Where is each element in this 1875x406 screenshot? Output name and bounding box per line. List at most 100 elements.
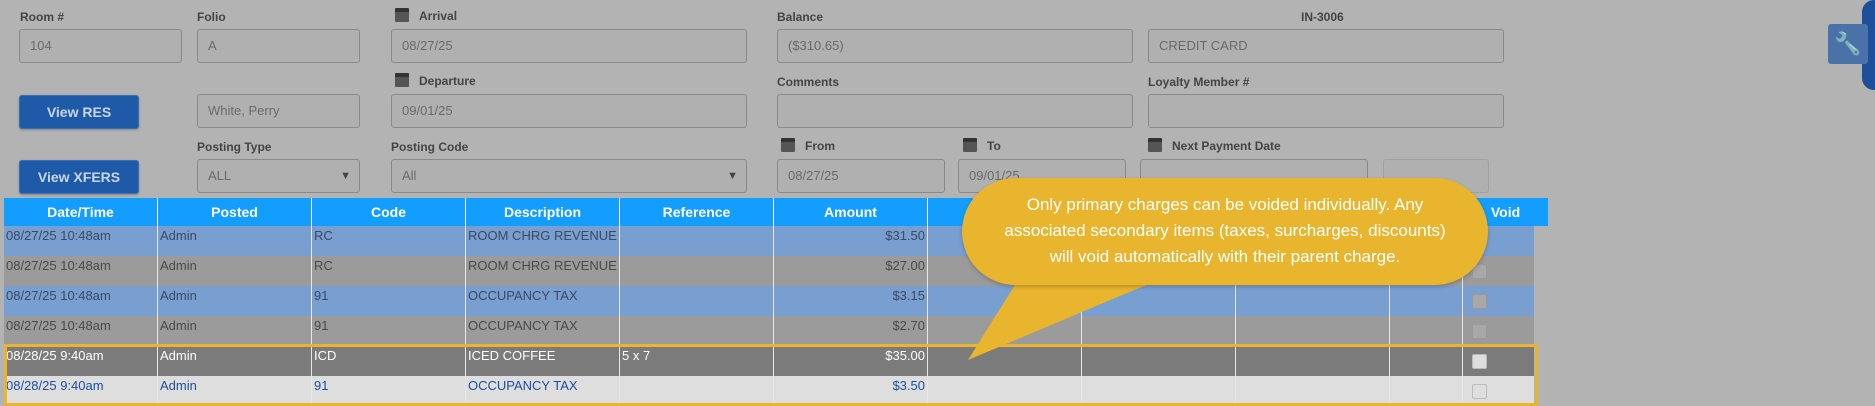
cell-description: OCCUPANCY TAX: [466, 376, 620, 406]
departure-label: Departure: [419, 74, 476, 88]
posting-code-select[interactable]: All ▼: [391, 159, 747, 193]
cell-amount: $35.00: [774, 346, 928, 376]
calendar-icon[interactable]: [395, 8, 409, 22]
void-checkbox[interactable]: [1472, 294, 1487, 309]
payment-method-field: CREDIT CARD: [1148, 29, 1504, 63]
folio-field[interactable]: A: [197, 29, 360, 63]
wrench-icon[interactable]: 🔧: [1828, 24, 1868, 64]
void-checkbox[interactable]: [1472, 324, 1487, 339]
balance-label: Balance: [777, 10, 824, 24]
cell-datetime: 08/28/25 9:40am: [4, 376, 158, 406]
posting-code-value: All: [402, 168, 417, 183]
cell-datetime: 08/27/25 10:48am: [4, 226, 158, 256]
cell-empty: [1082, 376, 1236, 406]
cell-datetime: 08/27/25 10:48am: [4, 256, 158, 286]
cell-reference: [620, 256, 774, 286]
cell-description: ICED COFFEE: [466, 346, 620, 376]
cell-posted: Admin: [158, 226, 312, 256]
table-row[interactable]: 08/27/25 10:48am Admin 91 OCCUPANCY TAX …: [4, 286, 1534, 316]
chevron-down-icon: ▼: [727, 170, 738, 182]
cell-code: 91: [312, 286, 466, 316]
cell-empty: [1390, 286, 1463, 316]
posting-type-value: ALL: [208, 168, 232, 183]
to-label: To: [987, 139, 1001, 153]
col-description[interactable]: Description: [466, 198, 620, 226]
view-res-button[interactable]: View RES: [19, 95, 139, 129]
col-amount[interactable]: Amount: [774, 198, 928, 226]
cell-amount: $31.50: [774, 226, 928, 256]
cell-code: RC: [312, 256, 466, 286]
col-code[interactable]: Code: [312, 198, 466, 226]
loyalty-label: Loyalty Member #: [1148, 75, 1250, 89]
folio-label: Folio: [197, 10, 226, 24]
col-reference[interactable]: Reference: [620, 198, 774, 226]
void-checkbox[interactable]: [1472, 354, 1487, 369]
cell-datetime: 08/27/25 10:48am: [4, 286, 158, 316]
callout-pointer: [968, 280, 1158, 360]
cell-reference: [620, 376, 774, 406]
view-xfers-button[interactable]: View XFERS: [19, 160, 139, 194]
cell-reference: [620, 286, 774, 316]
cell-void: [1463, 376, 1530, 406]
calendar-icon[interactable]: [963, 138, 977, 152]
balance-field: ($310.65): [777, 29, 1133, 63]
posting-type-label: Posting Type: [197, 140, 272, 154]
void-checkbox[interactable]: [1472, 384, 1487, 399]
cell-reference: [620, 226, 774, 256]
cell-amount: $27.00: [774, 256, 928, 286]
cell-datetime: 08/27/25 10:48am: [4, 316, 158, 346]
cell-description: ROOM CHRG REVENUE: [466, 256, 620, 286]
cell-posted: Admin: [158, 346, 312, 376]
cell-void: [1463, 346, 1530, 376]
cell-void: [1463, 286, 1530, 316]
arrival-field[interactable]: 08/27/25: [391, 29, 747, 63]
table-row[interactable]: 08/28/25 9:40am Admin 91 OCCUPANCY TAX $…: [4, 376, 1534, 406]
cell-description: ROOM CHRG REVENUE: [466, 226, 620, 256]
to-label-wrap: To: [963, 138, 1001, 153]
cell-empty: [1236, 286, 1390, 316]
next-payment-label-wrap: Next Payment Date: [1148, 138, 1281, 153]
cell-amount: $3.15: [774, 286, 928, 316]
room-field[interactable]: 104: [19, 29, 182, 63]
cell-reference: 5 x 7: [620, 346, 774, 376]
calendar-icon[interactable]: [395, 73, 409, 87]
cell-code: 91: [312, 316, 466, 346]
cell-amount: $2.70: [774, 316, 928, 346]
cell-code: ICD: [312, 346, 466, 376]
comments-field[interactable]: [777, 94, 1133, 128]
col-posted[interactable]: Posted: [158, 198, 312, 226]
tooltip-callout: Only primary charges can be voided indiv…: [962, 178, 1488, 285]
cell-description: OCCUPANCY TAX: [466, 316, 620, 346]
room-label: Room #: [20, 10, 65, 24]
cell-description: OCCUPANCY TAX: [466, 286, 620, 316]
cell-amount: $3.50: [774, 376, 928, 406]
cell-empty: [1390, 316, 1463, 346]
guest-name-field: White, Perry: [197, 94, 360, 128]
col-datetime[interactable]: Date/Time: [4, 198, 158, 226]
cell-empty: [1236, 316, 1390, 346]
from-label: From: [805, 139, 835, 153]
departure-field[interactable]: 09/01/25: [391, 94, 747, 128]
table-row[interactable]: 08/27/25 10:48am Admin 91 OCCUPANCY TAX …: [4, 316, 1534, 346]
table-row[interactable]: 08/28/25 9:40am Admin ICD ICED COFFEE 5 …: [4, 346, 1534, 376]
cell-datetime: 08/28/25 9:40am: [4, 346, 158, 376]
calendar-icon[interactable]: [781, 138, 795, 152]
cell-code: 91: [312, 376, 466, 406]
cell-empty: [1236, 376, 1390, 406]
from-field[interactable]: 08/27/25: [777, 159, 945, 193]
cell-posted: Admin: [158, 256, 312, 286]
next-payment-label: Next Payment Date: [1172, 139, 1281, 153]
cell-empty: [1390, 346, 1463, 376]
cell-void: [1463, 316, 1530, 346]
cell-posted: Admin: [158, 316, 312, 346]
cell-empty: [928, 376, 1082, 406]
cell-empty: [1236, 346, 1390, 376]
reference-code: IN-3006: [1301, 10, 1344, 24]
posting-type-select[interactable]: ALL ▼: [197, 159, 360, 193]
posting-code-label: Posting Code: [391, 140, 469, 154]
arrival-label: Arrival: [419, 9, 458, 23]
departure-label-wrap: Departure: [395, 73, 476, 88]
calendar-icon[interactable]: [1148, 138, 1162, 152]
loyalty-field[interactable]: [1148, 94, 1504, 128]
cell-code: RC: [312, 226, 466, 256]
